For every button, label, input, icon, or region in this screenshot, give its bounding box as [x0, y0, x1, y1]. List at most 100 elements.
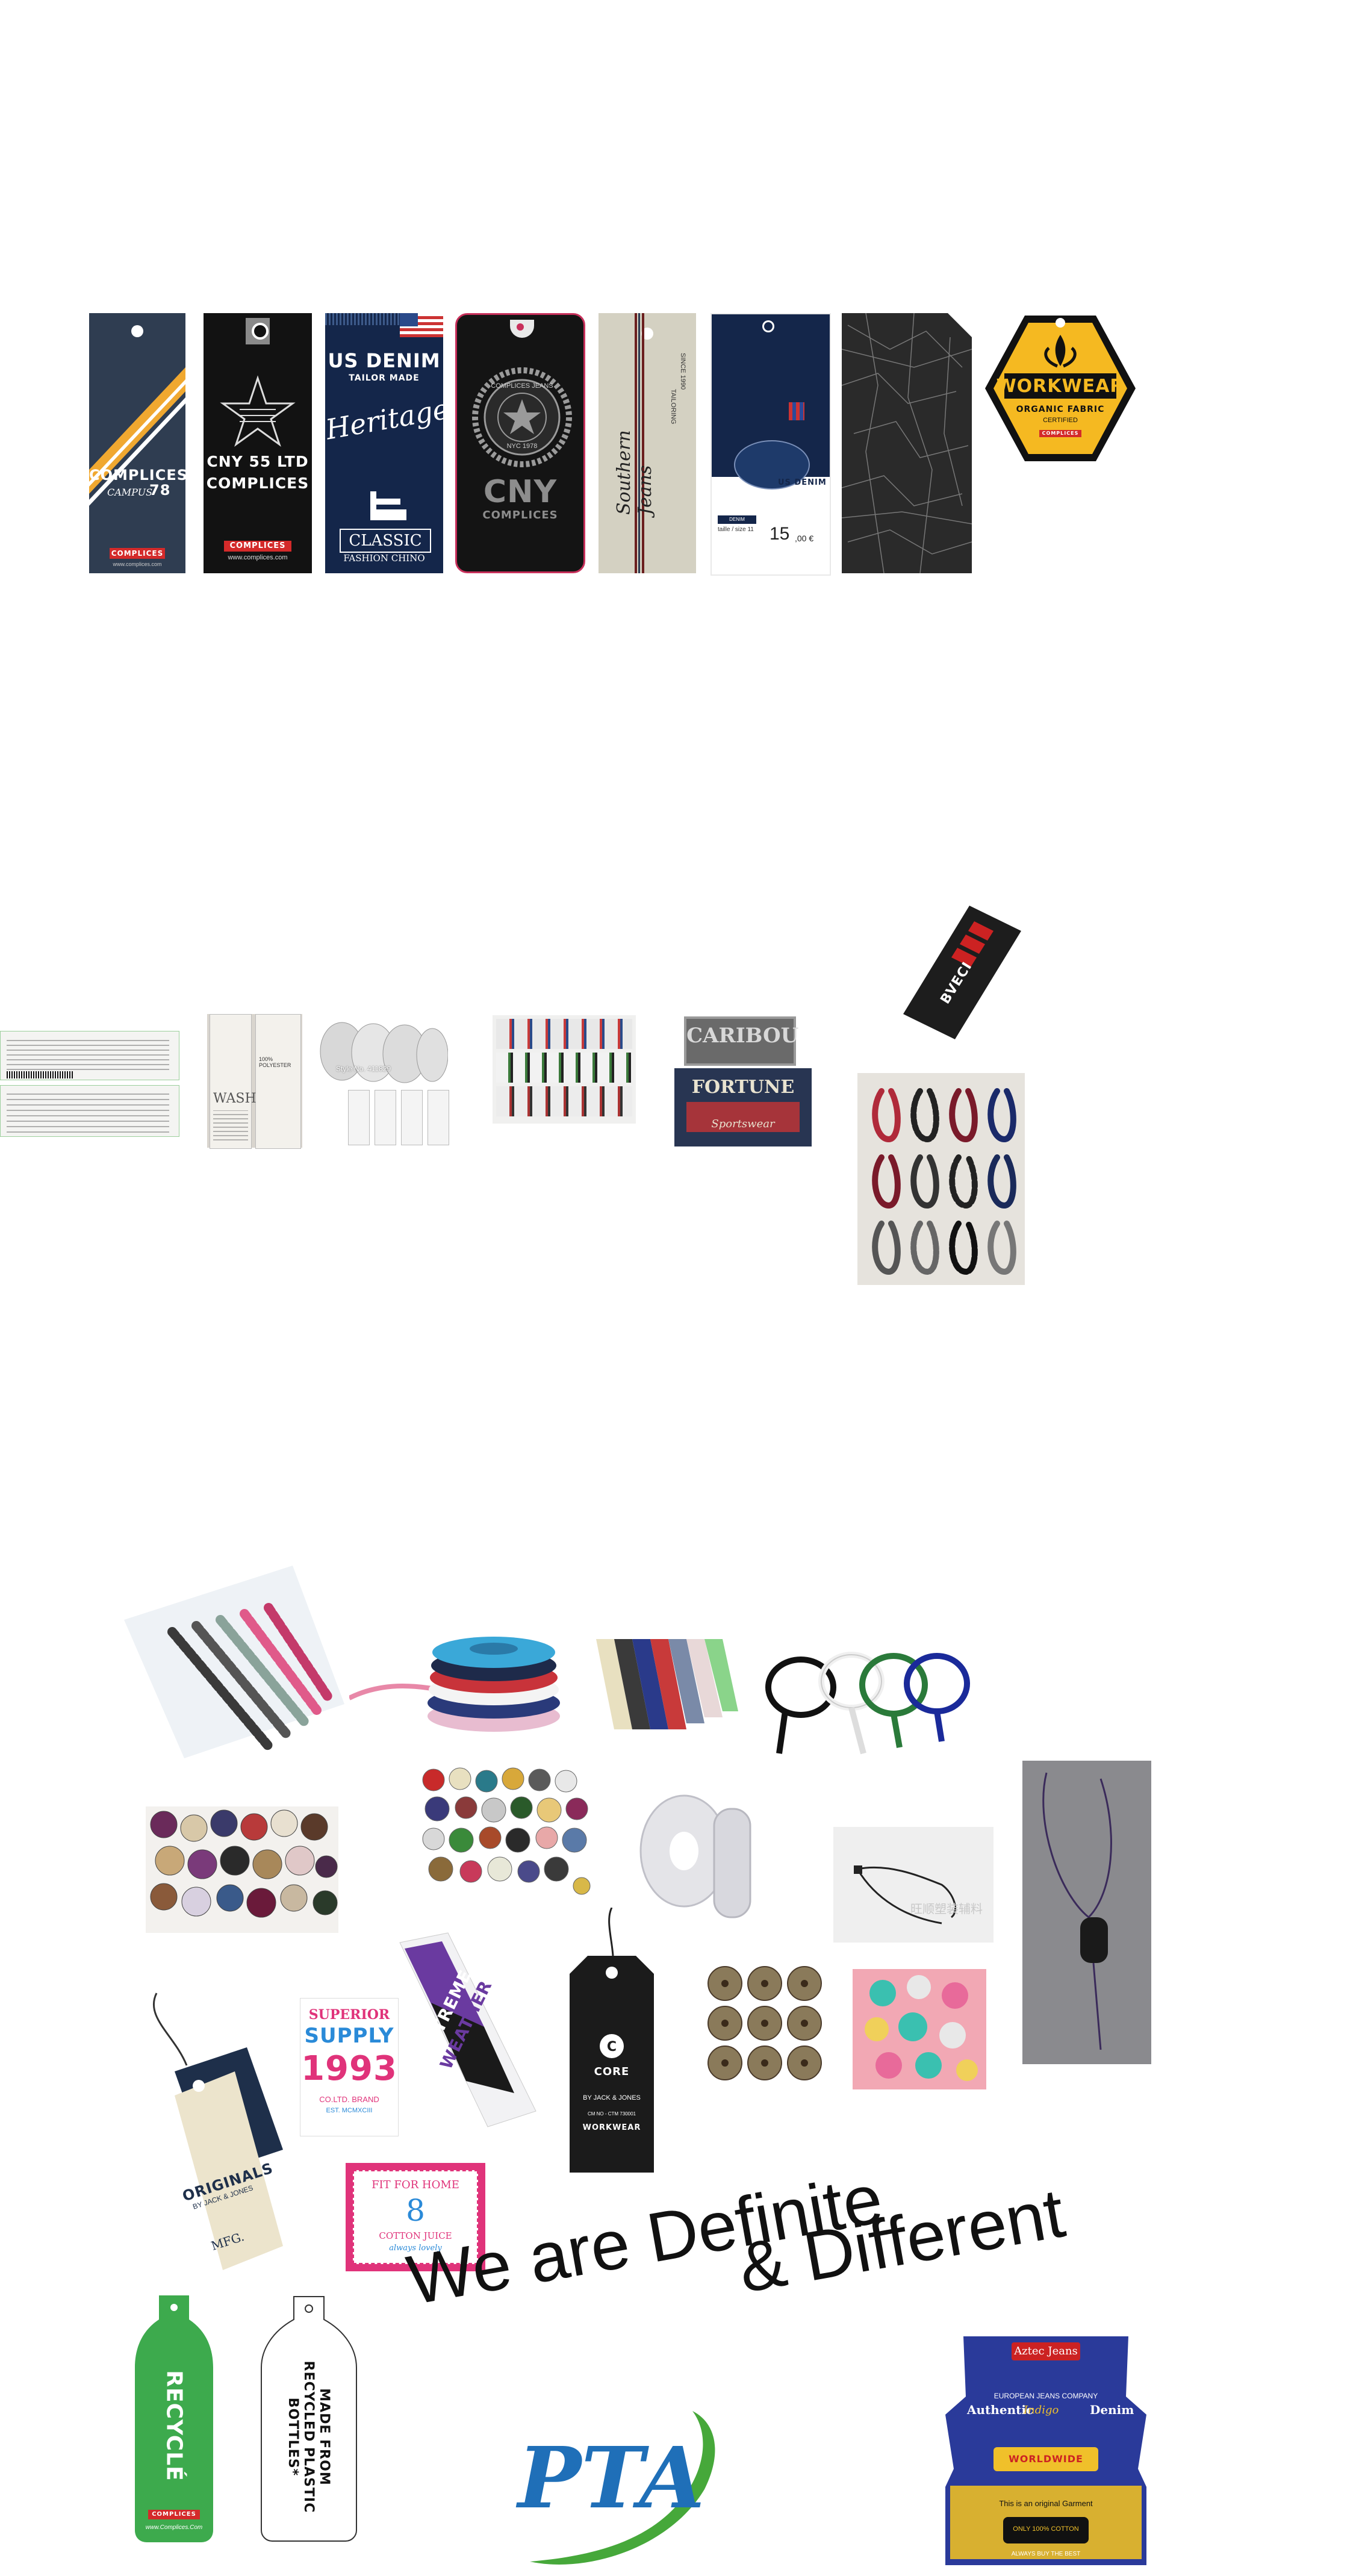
supply-est-text: EST. MCMXCIII	[326, 2107, 373, 2114]
hangtag-southern-jeans: Southern Jeans SINCE 1990 TAILORING	[599, 313, 696, 573]
aztec-cotton: ONLY 100% COTTON	[1013, 2525, 1079, 2533]
svg-text:C: C	[607, 2039, 617, 2055]
fortune-text: FORTUNE	[691, 1077, 795, 1098]
caribou-text: CARIBOU	[686, 1024, 799, 1048]
campus-script: CAMPUS	[107, 487, 153, 498]
velcro-graphic	[596, 1639, 738, 1729]
cny-text: CNY	[483, 474, 558, 510]
pta-logo: PTA	[512, 2399, 732, 2574]
since-text: SINCE 1990	[679, 353, 686, 390]
eight-text: 8	[406, 2193, 425, 2228]
elastic-roll-graphic	[639, 1794, 751, 1918]
certified-text: CERTIFIED	[1043, 417, 1078, 424]
price-cents: ,00 €	[795, 534, 814, 543]
classic-box: CLASSIC	[340, 529, 431, 553]
complices-badge: COMPLICES	[148, 2510, 200, 2519]
hang-seal-string	[1022, 1761, 1151, 2064]
aztec-denim: Denim	[1090, 2403, 1134, 2417]
star-icon	[220, 375, 296, 447]
recycle-text: RECYCLÉ	[161, 2370, 187, 2481]
southern-script: Southern Jeans	[614, 430, 656, 515]
tag-line2: COMPLICES	[206, 474, 309, 492]
year-text: 1993	[301, 2049, 397, 2088]
stripe-graphic	[89, 367, 185, 506]
brand-text: US DENIM	[778, 478, 827, 487]
aztec-brand: Aztec Jeans	[1012, 2342, 1080, 2360]
recycle-bottle-tag-white: MADE FROM RECYCLED PLASTIC BOTTLES*	[260, 2295, 358, 2542]
originals-hangtags: ORIGINALS BY JACK & JONES MFG.	[138, 1981, 283, 2270]
printed-labels	[348, 1090, 449, 1148]
tag-line1: CNY 55 LTD	[207, 453, 309, 470]
pta-text: PTA	[518, 2429, 705, 2528]
campus-number: 78	[149, 482, 171, 499]
ribbon-rolls	[349, 1626, 570, 1737]
fortune-patch: FORTUNE Sportswear	[674, 1068, 812, 1146]
plastic-seal-tag: 旺顺塑装辅料	[833, 1827, 994, 1943]
barcode-icon	[7, 1071, 73, 1078]
tailoring-text: TAILORING	[670, 389, 677, 425]
complices-badge: COMPLICES	[224, 541, 291, 552]
care-label-strip-2	[0, 1085, 179, 1137]
hangtag-cny55: CNY 55 LTD COMPLICES COMPLICES www.compl…	[204, 313, 312, 573]
workwear-title: WORKWEAR	[996, 376, 1125, 397]
fit-label: DENIM STRETCH	[718, 515, 756, 530]
seal-bottom-text: NYC 1978	[506, 443, 538, 450]
aztec-bottom: ALWAYS BUY THE BEST	[1011, 2551, 1081, 2557]
roll-graphic	[320, 1022, 448, 1083]
folded-care-labels: 100% POLYESTER WASH	[207, 1014, 302, 1149]
sportswear-text: Sportswear	[711, 1118, 775, 1130]
stacked-label-rolls	[493, 1015, 636, 1124]
loops-graphic	[872, 1088, 1016, 1275]
polyester-text: 100% POLYESTER	[259, 1056, 291, 1068]
recycle-white-text: MADE FROM RECYCLED PLASTIC BOTTLES*	[285, 2360, 332, 2513]
buttons-graphic	[150, 1809, 338, 1918]
roll-text: Style No. 411829	[336, 1065, 391, 1073]
price-text: 15	[770, 524, 790, 544]
classic-subtitle: FASHION CHINO	[343, 553, 425, 564]
hangtag-cny-complices-seal: COMPLICES JEANS NYC 1978 CNY COMPLICES	[455, 313, 585, 573]
recycle-bottle-tag-green: RECYCLÉ COMPLICES www.Complices.Com	[135, 2295, 213, 2542]
seal-tag-graphic	[854, 1865, 957, 1924]
core-tag-shape: C	[570, 1908, 654, 2173]
originals-tags-graphic	[152, 1993, 283, 2270]
cords-graphic	[765, 1652, 970, 1755]
woven-brand-tag: BVECI	[897, 903, 1024, 1042]
flower-buttons-graphic	[865, 1975, 978, 2081]
hangtag-workwear-hexagon: WORKWEAR ORGANIC FABRIC CERTIFIED COMPLI…	[983, 313, 1138, 464]
aztec-original: This is an original Garment	[999, 2499, 1093, 2508]
hang-string-graphic	[1042, 1772, 1112, 2050]
supply-text: SUPPLY	[304, 2024, 394, 2048]
fit-home-text: FIT FOR HOME	[372, 2179, 459, 2191]
metal-buttons-graphic	[707, 1966, 822, 2080]
core-text: CORE	[594, 2065, 630, 2078]
hangtag-us-denim-heritage: US DENIM TAILOR MADE Heritage CLASSIC FA…	[325, 313, 443, 573]
brand-name: COMPLICES	[89, 467, 185, 484]
aztec-worldwide: WORLDWIDE	[1009, 2453, 1083, 2465]
hangtag-complices-campus: COMPLICES CAMPUS 78 COMPLICES www.compli…	[89, 313, 185, 573]
extreme-weather-tag: EXTREME WEATHER	[394, 1930, 542, 2135]
hangtag-us-denim-price: US DENIM DENIM STRETCH taille / size 11 …	[711, 313, 831, 576]
assorted-buttons-1	[146, 1806, 338, 1933]
superior-text: SUPERIOR	[308, 2007, 390, 2023]
size-text: taille / size 11	[718, 526, 754, 533]
care-label-strip-1	[0, 1031, 179, 1080]
core-hangtag: C CORE BY JACK & JONES CM NO - CTM 73000…	[570, 1908, 654, 2173]
aztec-jeans-label: Aztec Jeans EUROPEAN JEANS COMPANY Authe…	[945, 2324, 1146, 2565]
supply-sub-text: CO.LTD. BRAND	[319, 2095, 379, 2104]
core-workwear-text: WORKWEAR	[582, 2123, 641, 2132]
ribbon-graphic	[349, 1637, 560, 1732]
shoelaces-graphic	[124, 1566, 344, 1758]
seal-top-text: COMPLICES JEANS	[491, 382, 553, 390]
drawstring-cords	[761, 1633, 972, 1763]
map-pattern-graphic	[842, 313, 972, 573]
metal-buttons	[706, 1964, 824, 2082]
aztec-company: EUROPEAN JEANS COMPANY	[994, 2392, 1098, 2400]
organic-text: ORGANIC FABRIC	[1016, 405, 1105, 414]
aztec-indigo: Indigo	[1024, 2404, 1059, 2416]
velcro-tapes	[590, 1633, 741, 1734]
complices-badge: COMPLICES	[1039, 430, 1081, 437]
core-id-text: CM NO - CTM 730001	[587, 2111, 636, 2117]
hangtag-map-pattern	[842, 313, 972, 573]
assorted-buttons-2	[419, 1766, 594, 1904]
superior-supply-label: SUPERIOR SUPPLY 1993 CO.LTD. BRAND EST. …	[300, 1998, 399, 2136]
